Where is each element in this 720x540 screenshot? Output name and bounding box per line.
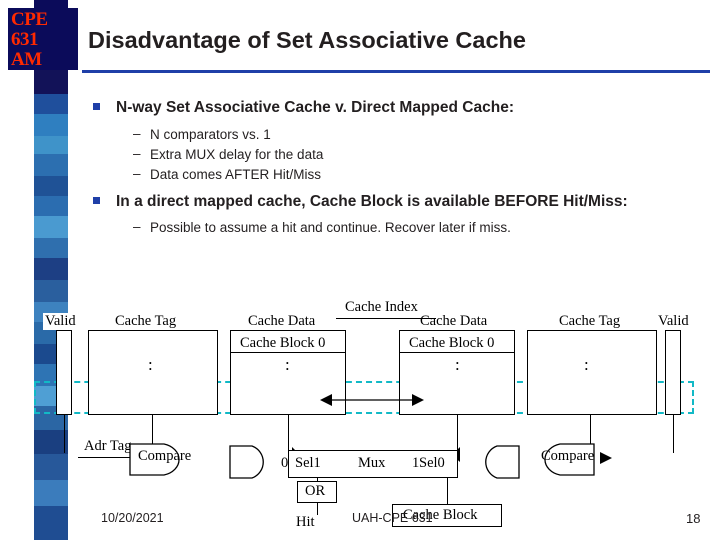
cache-diagram: Valid Cache Tag Cache Data Cache Block 0… xyxy=(0,0,720,540)
slide: CPE 631 AM Disadvantage of Set Associati… xyxy=(0,0,720,540)
footer-date: 10/20/2021 xyxy=(101,511,164,525)
footer-center: UAH-CPE 631 xyxy=(352,511,433,525)
and-gate-right-icon xyxy=(485,445,520,479)
or-input-wire xyxy=(317,478,319,482)
sel0-label: Sel0 xyxy=(419,455,445,471)
or-gate-label: OR xyxy=(305,483,326,499)
compare-right-label: Compare xyxy=(541,448,595,464)
sel1-label: Sel1 xyxy=(295,455,321,471)
and-gate-left-icon xyxy=(229,445,264,479)
or-output-wire xyxy=(317,503,319,515)
mux-output-wire xyxy=(447,478,449,504)
mux-digit-0: 0 xyxy=(281,455,289,471)
compare-left-label: Compare xyxy=(138,448,192,464)
mux-label: Mux xyxy=(358,455,386,471)
footer-page-number: 18 xyxy=(686,511,701,526)
adr-tag-label: Adr Tag xyxy=(82,438,134,455)
hit-label: Hit xyxy=(296,514,315,530)
